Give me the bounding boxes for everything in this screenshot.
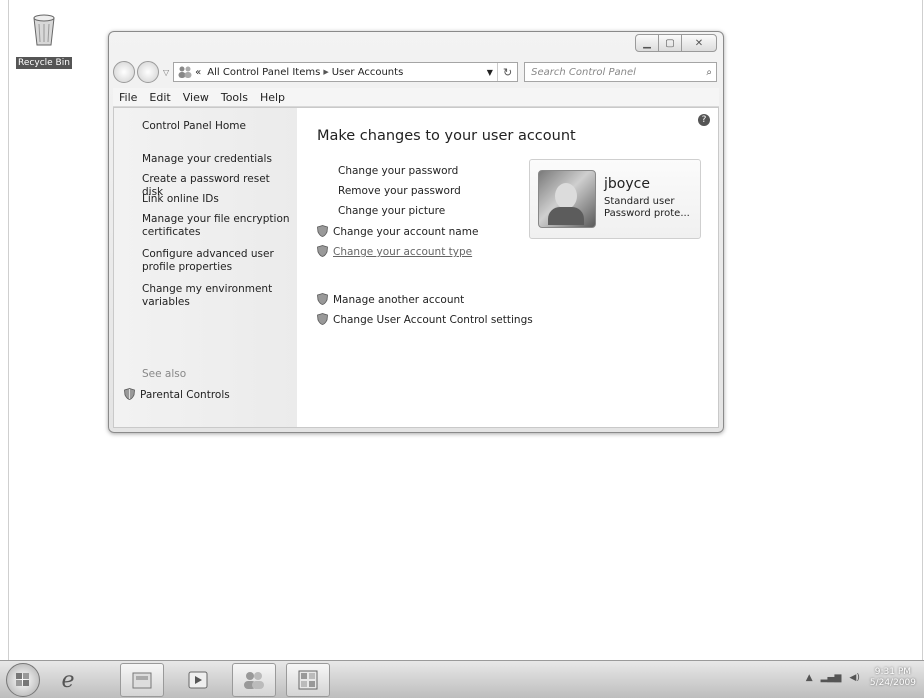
network-icon[interactable]: ▂▄▆ <box>821 673 842 683</box>
control-panel-icon <box>298 670 318 690</box>
maximize-button[interactable]: ▢ <box>658 34 682 52</box>
remove-password-link[interactable]: Remove your password <box>338 185 461 197</box>
change-account-name-link[interactable]: Change your account name <box>317 225 478 238</box>
main-pane: ? Make changes to your user account Chan… <box>297 108 718 427</box>
manage-another-account-label: Manage another account <box>333 294 465 306</box>
user-name: jboyce <box>604 176 650 192</box>
refresh-icon[interactable]: ↻ <box>496 63 517 81</box>
shield-icon <box>124 388 135 400</box>
clock[interactable]: 9:31 PM 5/24/2009 <box>870 667 916 689</box>
user-account-type: Standard user <box>604 196 675 207</box>
navigation-bar: ▽ « All Control Panel Items ▶ User Accou… <box>113 60 717 84</box>
change-password-link[interactable]: Change your password <box>338 165 458 177</box>
change-account-type-label: Change your account type <box>333 246 473 258</box>
breadcrumb-overflow[interactable]: « <box>195 67 201 78</box>
search-box[interactable]: Search Control Panel ⌕ <box>524 62 717 82</box>
see-also-label: See also <box>142 368 187 380</box>
taskbar-user-accounts[interactable] <box>232 663 276 697</box>
media-player-icon <box>188 671 208 689</box>
minimize-icon: ▁ <box>643 37 651 49</box>
help-icon[interactable]: ? <box>698 114 710 126</box>
volume-icon[interactable]: ◀) <box>849 673 859 683</box>
minimize-button[interactable]: ▁ <box>635 34 659 52</box>
recent-pages-dropdown-icon[interactable]: ▽ <box>163 68 169 77</box>
uac-settings-link[interactable]: Change User Account Control settings <box>317 313 533 326</box>
recycle-bin-icon <box>33 14 55 46</box>
manage-another-account-link[interactable]: Manage another account <box>317 293 464 306</box>
menu-tools[interactable]: Tools <box>221 91 248 104</box>
close-button[interactable]: ✕ <box>681 34 717 52</box>
taskbar: e ▲ ▂▄▆ ◀) 9:31 PM 5/24/2009 <box>0 660 924 698</box>
breadcrumb-separator-icon[interactable]: ▶ <box>323 68 328 76</box>
user-password-status: Password prote... <box>604 208 690 219</box>
change-picture-link[interactable]: Change your picture <box>338 205 445 217</box>
parental-controls-label: Parental Controls <box>140 389 230 401</box>
shield-icon <box>317 313 328 325</box>
content-area: Control Panel Home Manage your credentia… <box>113 107 719 428</box>
show-hidden-icons-icon[interactable]: ▲ <box>806 673 813 683</box>
left-pane: Control Panel Home Manage your credentia… <box>114 108 297 427</box>
users-icon <box>244 672 264 689</box>
folder-icon <box>132 672 152 689</box>
maximize-icon: ▢ <box>665 37 675 49</box>
shield-icon <box>317 225 328 237</box>
address-bar[interactable]: « All Control Panel Items ▶ User Account… <box>173 62 519 82</box>
manage-credentials-link[interactable]: Manage your credentials <box>142 153 292 166</box>
shield-icon <box>317 293 328 305</box>
back-button[interactable] <box>113 61 135 83</box>
menu-help[interactable]: Help <box>260 91 285 104</box>
link-online-ids-link[interactable]: Link online IDs <box>142 193 292 206</box>
menu-edit[interactable]: Edit <box>149 91 170 104</box>
change-account-type-link[interactable]: Change your account type <box>317 245 472 258</box>
search-icon[interactable]: ⌕ <box>706 67 712 78</box>
windows-logo-icon <box>16 673 29 686</box>
control-panel-home-link[interactable]: Control Panel Home <box>142 120 292 133</box>
advanced-profile-properties-link[interactable]: Configure advanced user profile properti… <box>142 248 292 274</box>
close-icon: ✕ <box>694 37 704 49</box>
recycle-bin-label: Recycle Bin <box>16 57 72 69</box>
search-input[interactable]: Search Control Panel <box>531 67 636 78</box>
parental-controls-link[interactable]: Parental Controls <box>124 388 274 402</box>
taskbar-media-player[interactable] <box>176 663 220 697</box>
manage-file-encryption-link[interactable]: Manage your file encryption certificates <box>142 213 292 239</box>
taskbar-control-panel[interactable] <box>286 663 330 697</box>
users-icon <box>178 66 192 78</box>
clock-time: 9:31 PM <box>874 667 912 677</box>
recycle-bin[interactable]: Recycle Bin <box>14 12 74 69</box>
forward-button[interactable] <box>137 61 159 83</box>
shield-icon <box>317 245 328 257</box>
clock-date: 5/24/2009 <box>869 678 916 688</box>
uac-settings-label: Change User Account Control settings <box>333 314 533 326</box>
taskbar-explorer[interactable] <box>120 663 164 697</box>
menu-file[interactable]: File <box>119 91 137 104</box>
breadcrumb-all-control-panel-items[interactable]: All Control Panel Items <box>207 67 320 78</box>
breadcrumb-user-accounts[interactable]: User Accounts <box>332 67 404 78</box>
taskbar-internet-explorer[interactable]: e <box>46 663 90 697</box>
start-button[interactable] <box>6 663 40 697</box>
user-avatar[interactable] <box>538 170 596 228</box>
menu-view[interactable]: View <box>183 91 209 104</box>
caption-buttons: ▁ ▢ ✕ <box>635 34 717 52</box>
user-tile: jboyce Standard user Password prote... <box>529 159 701 239</box>
system-tray: ▲ ▂▄▆ ◀) 9:31 PM 5/24/2009 <box>798 667 916 689</box>
change-account-name-label: Change your account name <box>333 226 479 238</box>
user-accounts-window: ▁ ▢ ✕ ▽ « All Control Panel Items ▶ User… <box>108 31 724 433</box>
page-title: Make changes to your user account <box>317 128 576 144</box>
internet-explorer-icon: e <box>61 667 75 693</box>
menu-bar: File Edit View Tools Help <box>113 88 719 107</box>
address-dropdown-icon[interactable]: ▼ <box>483 68 497 77</box>
environment-variables-link[interactable]: Change my environment variables <box>142 283 292 309</box>
